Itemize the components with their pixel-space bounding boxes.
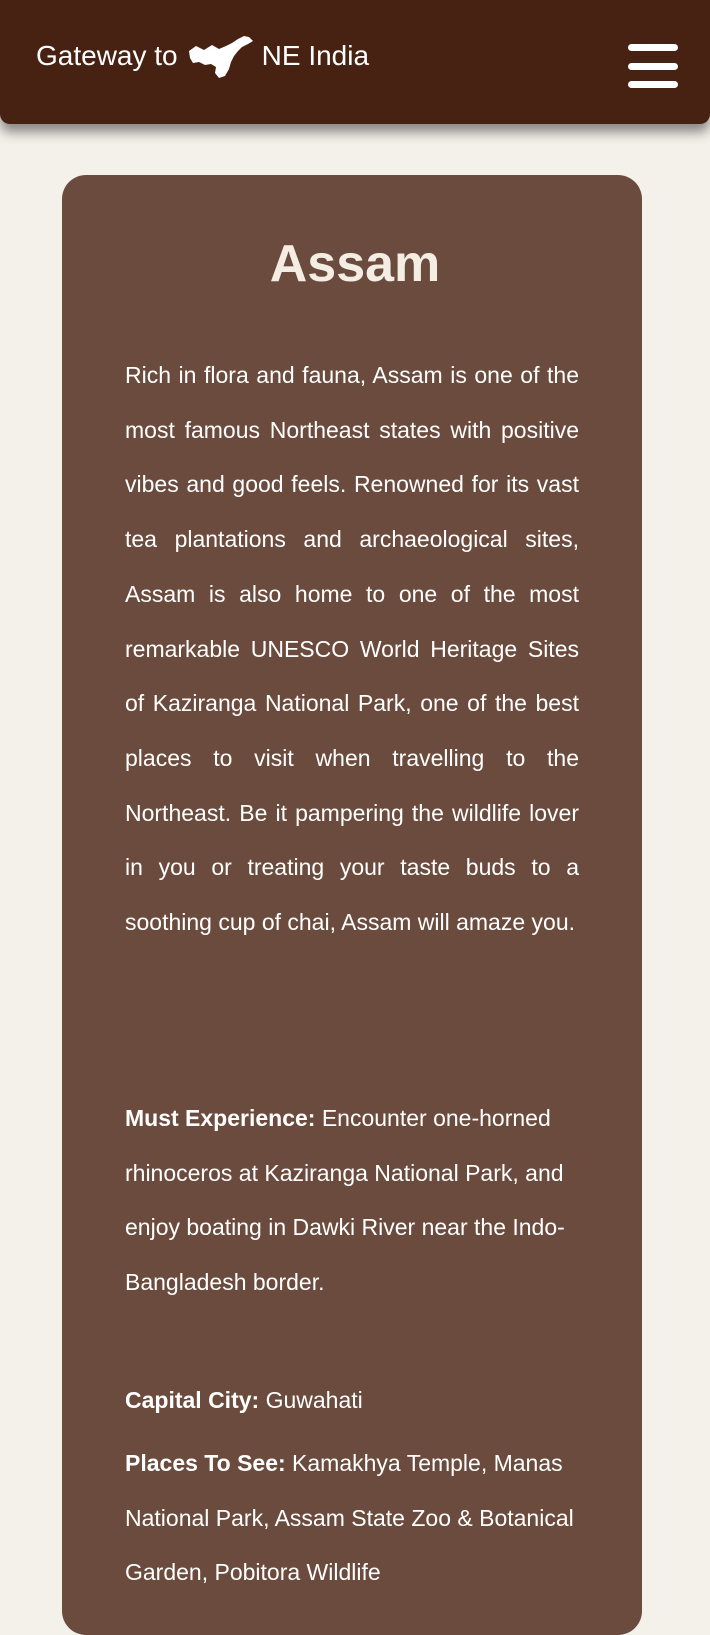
fact-must-experience: Must Experience: Encounter one-horned rh… [125,1091,579,1310]
brand-link[interactable]: Gateway to NE India [36,34,369,78]
menu-bar-top [628,44,678,51]
fact-label: Capital City: [125,1387,260,1413]
brand-prefix: Gateway to [36,40,178,71]
assam-map-silhouette-icon [188,34,254,78]
menu-bar-bottom [628,81,678,88]
hamburger-menu-icon[interactable] [628,44,678,90]
menu-bar-middle [628,63,678,70]
fact-places-to-see: Places To See: Kamakhya Temple, Manas Na… [125,1436,579,1600]
state-title: Assam [269,235,441,293]
state-description: Rich in flora and fauna, Assam is one of… [125,362,579,936]
fact-value: Encounter one-horned rhinoceros at Kazir… [125,1105,565,1296]
fact-value: Guwahati [265,1387,363,1413]
top-navbar: Gateway to NE India [0,0,710,124]
brand-suffix: NE India [261,40,370,71]
fact-capital-city: Capital City: Guwahati [125,1373,579,1428]
fact-label: Must Experience: [125,1105,316,1131]
fact-label: Places To See: [125,1450,286,1476]
